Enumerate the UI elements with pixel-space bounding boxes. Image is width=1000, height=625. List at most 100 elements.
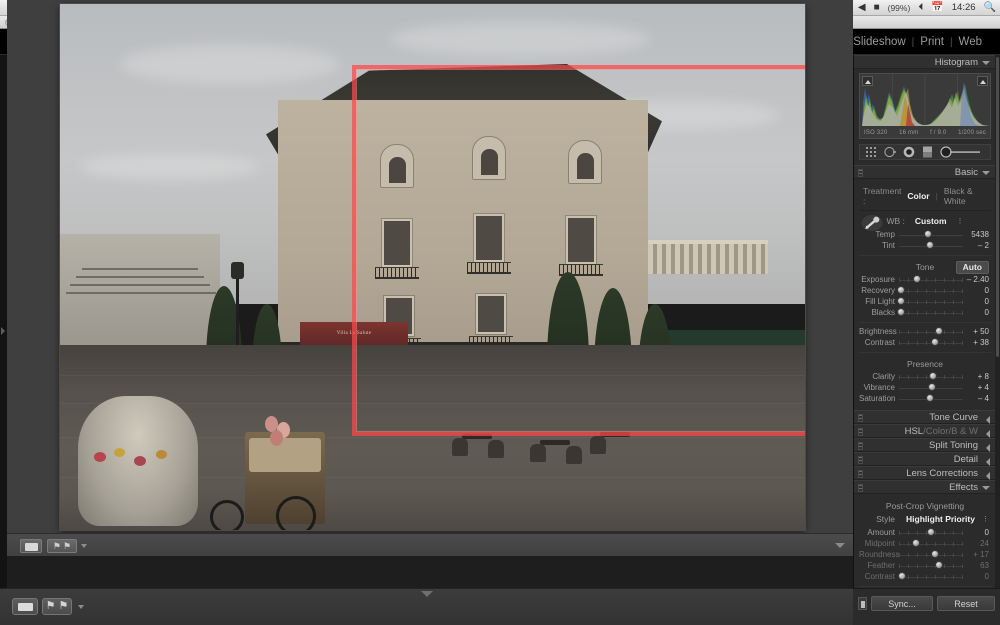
- panel-switch-hsl[interactable]: [858, 428, 863, 436]
- slider-track-saturation[interactable]: [899, 394, 963, 403]
- slider-value-blacks[interactable]: 0: [963, 308, 991, 317]
- panel-switch-split-toning[interactable]: [858, 442, 863, 450]
- panel-switch-lens-corrections[interactable]: [858, 470, 863, 478]
- search-icon[interactable]: 🔍: [984, 2, 996, 13]
- chevron-left-icon[interactable]: [986, 472, 990, 480]
- panel-header-basic[interactable]: Basic: [854, 165, 996, 179]
- left-panel-collapse-strip[interactable]: [0, 55, 7, 588]
- slider-value-brightness[interactable]: + 50: [963, 327, 991, 336]
- scrollbar-thumb[interactable]: [996, 57, 999, 357]
- shadow-clipping-icon[interactable]: [862, 76, 873, 86]
- slider-fill-light[interactable]: Fill Light 0: [859, 296, 991, 307]
- panel-switch-basic[interactable]: [858, 169, 863, 177]
- slider-vignette-midpoint[interactable]: Midpoint 24: [859, 538, 991, 549]
- adjustment-brush-icon[interactable]: [940, 146, 982, 158]
- panel-header-lens-corrections[interactable]: Lens Corrections: [854, 466, 996, 480]
- calendar-icon[interactable]: 📅: [931, 2, 943, 13]
- chevron-down-icon[interactable]: [982, 61, 990, 65]
- chevron-left-icon[interactable]: [986, 458, 990, 466]
- red-eye-icon[interactable]: [903, 146, 915, 158]
- slider-track-tint[interactable]: [899, 241, 963, 250]
- graduated-filter-icon[interactable]: [922, 146, 933, 158]
- chevron-left-icon[interactable]: [986, 430, 990, 438]
- sync-auto-switch[interactable]: [858, 597, 867, 610]
- panel-switch-detail[interactable]: [858, 456, 863, 464]
- filter-flag-button[interactable]: ⚑ ⚑: [42, 598, 72, 615]
- slider-track-brightness[interactable]: [899, 327, 963, 336]
- grid-view-button[interactable]: [12, 598, 38, 615]
- slider-value-recovery[interactable]: 0: [963, 286, 991, 295]
- slider-brightness[interactable]: Brightness + 50: [859, 326, 991, 337]
- chevron-left-icon[interactable]: [986, 444, 990, 452]
- slider-track-vibrance[interactable]: [899, 383, 963, 392]
- toolbar-collapse-icon[interactable]: [835, 543, 845, 548]
- slider-track-vignette-midpoint[interactable]: [899, 539, 963, 548]
- slider-recovery[interactable]: Recovery 0: [859, 285, 991, 296]
- chevron-down-icon[interactable]: [78, 605, 84, 609]
- module-web[interactable]: Web: [953, 36, 988, 48]
- slider-vignette-amount[interactable]: Amount 0: [859, 527, 991, 538]
- panel-switch-effects[interactable]: [858, 484, 863, 492]
- slider-tint[interactable]: Tint – 2: [859, 240, 991, 251]
- panel-switch-tone-curve[interactable]: [858, 414, 863, 422]
- white-balance-selector-icon[interactable]: [861, 213, 883, 233]
- chevron-left-icon[interactable]: [986, 416, 990, 424]
- wb-dropdown-icon[interactable]: ⋮: [957, 217, 964, 225]
- slider-track-exposure[interactable]: [899, 275, 963, 284]
- panel-header-tone-curve[interactable]: Tone Curve: [854, 410, 996, 424]
- slider-track-contrast[interactable]: [899, 338, 963, 347]
- vignette-style-value[interactable]: Highlight Priority: [903, 514, 978, 524]
- module-slideshow[interactable]: Slideshow: [847, 36, 911, 48]
- panel-header-effects[interactable]: Effects: [854, 480, 996, 494]
- panel-header-split-toning[interactable]: Split Toning: [854, 438, 996, 452]
- reset-button[interactable]: Reset: [937, 596, 995, 611]
- highlight-clipping-icon[interactable]: [977, 76, 988, 86]
- color-tab[interactable]: Color: [926, 426, 949, 437]
- slider-value-fill-light[interactable]: 0: [963, 297, 991, 306]
- slider-vignette-contrast[interactable]: Contrast 0: [859, 571, 991, 582]
- vignette-style-row[interactable]: Style Highlight Priority ⋮: [859, 513, 991, 527]
- panel-header-detail[interactable]: Detail: [854, 452, 996, 466]
- flagging-icon[interactable]: ⚑ ⚑: [47, 539, 77, 553]
- chevron-down-icon[interactable]: [982, 171, 990, 175]
- slider-track-clarity[interactable]: [899, 372, 963, 381]
- slider-vignette-roundness[interactable]: Roundness + 17: [859, 549, 991, 560]
- volume-icon[interactable]: ◀: [858, 2, 866, 13]
- chevron-down-icon[interactable]: [982, 486, 990, 490]
- slider-value-vibrance[interactable]: + 4: [963, 383, 991, 392]
- auto-tone-button[interactable]: Auto: [955, 261, 989, 274]
- slider-value-vignette-midpoint[interactable]: 24: [963, 539, 991, 548]
- slider-track-vignette-roundness[interactable]: [899, 550, 963, 559]
- slider-exposure[interactable]: Exposure – 2.40: [859, 274, 991, 285]
- slider-value-tint[interactable]: – 2: [963, 241, 991, 250]
- slider-value-vignette-contrast[interactable]: 0: [963, 572, 991, 581]
- loupe-view-icon[interactable]: [20, 539, 42, 553]
- slider-value-vignette-amount[interactable]: 0: [963, 528, 991, 537]
- treatment-option-color[interactable]: Color: [907, 191, 929, 201]
- slider-track-vignette-amount[interactable]: [899, 528, 963, 537]
- slider-track-recovery[interactable]: [896, 286, 963, 295]
- slider-vibrance[interactable]: Vibrance + 4: [859, 382, 991, 393]
- crop-overlay-icon[interactable]: [866, 146, 877, 158]
- slider-value-clarity[interactable]: + 8: [963, 372, 991, 381]
- slider-track-fill-light[interactable]: [896, 297, 963, 306]
- slider-value-temp[interactable]: 5438: [963, 230, 991, 239]
- right-panel-scrollbar[interactable]: [995, 55, 1000, 588]
- slider-contrast[interactable]: Contrast + 38: [859, 337, 991, 348]
- slider-track-blacks[interactable]: [896, 308, 963, 317]
- slider-track-vignette-feather[interactable]: [899, 561, 963, 570]
- hsl-tab[interactable]: HSL: [905, 426, 923, 437]
- treatment-option-bw[interactable]: Black & White: [944, 186, 987, 206]
- slider-blacks[interactable]: Blacks 0: [859, 307, 991, 318]
- battery-icon[interactable]: ■: [874, 2, 880, 13]
- toolbar-dropdown-icon[interactable]: [81, 544, 87, 548]
- timemachine-icon[interactable]: ⏴: [918, 2, 923, 13]
- panel-header-histogram[interactable]: Histogram: [854, 55, 996, 69]
- spot-removal-icon[interactable]: [884, 146, 896, 158]
- photo-preview[interactable]: Villa La Salute: [60, 4, 805, 530]
- sync-button[interactable]: Sync...: [871, 596, 933, 611]
- slider-value-contrast[interactable]: + 38: [963, 338, 991, 347]
- slider-value-exposure[interactable]: – 2.40: [963, 275, 991, 284]
- wb-value[interactable]: Custom: [915, 216, 947, 226]
- slider-track-temp[interactable]: [899, 230, 963, 239]
